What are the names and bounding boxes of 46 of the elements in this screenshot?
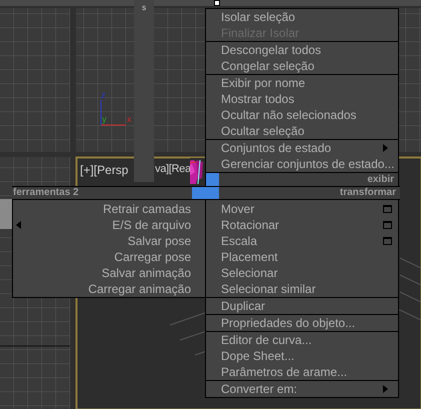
menu-item[interactable]: Salvar animação bbox=[13, 265, 205, 281]
menu-item[interactable]: Parâmetros de arame... bbox=[206, 364, 398, 380]
axis-label: z bbox=[101, 91, 106, 100]
menu-item[interactable]: Ocultar não selecionados bbox=[206, 107, 398, 123]
quadrant-marker-icon[interactable] bbox=[205, 187, 219, 199]
axis-label: y bbox=[102, 115, 106, 124]
axis-label: x bbox=[127, 115, 132, 124]
submenu-arrow-icon bbox=[383, 144, 388, 152]
submenu-arrow-icon bbox=[16, 221, 21, 229]
menu-item[interactable]: Salvar pose bbox=[13, 233, 205, 249]
menu-item[interactable]: Rotacionar bbox=[206, 217, 398, 233]
menu-item[interactable]: Placement bbox=[206, 249, 398, 265]
menu-item[interactable]: Carregar pose bbox=[13, 249, 205, 265]
menu-item[interactable]: Duplicar bbox=[206, 298, 398, 314]
quadrant-marker-icon[interactable] bbox=[206, 173, 219, 187]
menu-item[interactable]: Mostrar todos bbox=[206, 91, 398, 107]
menu-header: exibir bbox=[219, 173, 398, 187]
options-box-icon[interactable] bbox=[383, 221, 392, 229]
submenu-arrow-icon bbox=[383, 385, 388, 393]
menu-item[interactable]: Carregar animação bbox=[13, 281, 205, 297]
viewport-label: va][Rea bbox=[155, 164, 191, 175]
menu-item[interactable]: Gerenciar conjuntos de estado... bbox=[206, 156, 398, 172]
menu-item[interactable]: Dope Sheet... bbox=[206, 348, 398, 364]
menu-item[interactable]: Isolar seleção bbox=[206, 9, 398, 25]
viewport-label: [+][Persp bbox=[80, 164, 128, 176]
menu-item[interactable]: Editor de curva... bbox=[206, 332, 398, 348]
menu-item[interactable]: Conjuntos de estado bbox=[206, 140, 398, 156]
menu-item[interactable]: Exibir por nome bbox=[206, 75, 398, 91]
side-bar-label: s bbox=[142, 4, 146, 14]
menu-item[interactable]: Selecionar similar bbox=[206, 281, 398, 297]
menu-item[interactable]: Mover bbox=[206, 201, 398, 217]
menu-item[interactable]: Descongelar todos bbox=[206, 42, 398, 58]
menu-item[interactable]: Escala bbox=[206, 233, 398, 249]
menu-item[interactable]: Selecionar bbox=[206, 265, 398, 281]
menu-item[interactable]: E/S de arquivo bbox=[13, 217, 205, 233]
menu-header: transformar bbox=[219, 187, 400, 199]
options-box-icon[interactable] bbox=[383, 237, 392, 245]
quadrant-marker-icon[interactable] bbox=[192, 187, 205, 199]
menu-header: ferramentas 2 bbox=[12, 187, 192, 199]
menu-item[interactable]: Retrair camadas bbox=[13, 201, 205, 217]
menu-item[interactable]: Converter em: bbox=[206, 381, 398, 397]
menu-item[interactable]: Congelar seleção bbox=[206, 58, 398, 74]
handle-icon[interactable] bbox=[214, 0, 220, 6]
options-box-icon[interactable] bbox=[383, 205, 392, 213]
menu-item[interactable]: Ocultar seleção bbox=[206, 123, 398, 139]
menu-item[interactable]: Propriedades do objeto... bbox=[206, 315, 398, 331]
